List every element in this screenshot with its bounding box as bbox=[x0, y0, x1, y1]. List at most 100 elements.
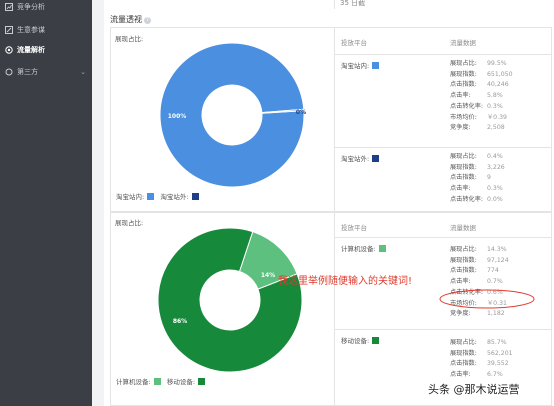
metric-value: 14.3% bbox=[487, 246, 507, 253]
sidebar: 竞争分析 生意参谋 流量解析 第三方 ⌄ bbox=[0, 0, 92, 406]
help-icon[interactable]: ? bbox=[144, 17, 151, 24]
metric-label: 展现占比: bbox=[450, 60, 477, 67]
metric-row: 展现占比: 99.5% bbox=[450, 59, 513, 70]
sidebar-item-business-advisor[interactable]: 生意参谋 bbox=[0, 20, 92, 40]
sidebar-item-third-party[interactable]: 第三方 ⌄ bbox=[0, 62, 92, 82]
upper-row-1-metrics: 展现占比: 99.5% 展现指数: 651,050 点击指数: 40,246 点击率:… bbox=[450, 59, 513, 134]
metric-row: 展现占比: 85.7% bbox=[450, 338, 513, 349]
metric-value: ￥0.39 bbox=[487, 113, 507, 121]
lower-header-data: 流量数据 bbox=[450, 224, 476, 232]
metric-row: 展现指数: 562,201 bbox=[450, 349, 513, 360]
pie-label-0: 100% bbox=[168, 113, 187, 120]
platform-swatch bbox=[372, 337, 380, 344]
divider bbox=[335, 54, 552, 55]
metric-value: 97,124 bbox=[487, 256, 509, 264]
metric-value: 651,050 bbox=[487, 70, 513, 78]
metric-value: 9 bbox=[487, 174, 491, 182]
metric-value: 40,246 bbox=[487, 81, 509, 89]
legend-item-label: 计算机设备: bbox=[116, 378, 151, 386]
metric-label: 点击转化率: bbox=[450, 195, 484, 203]
pie-label-1: 0% bbox=[296, 109, 306, 116]
upper-header-platform: 投放平台 bbox=[341, 39, 367, 47]
metric-value: 0.0% bbox=[487, 195, 503, 203]
pie-label-0: 14% bbox=[261, 272, 275, 279]
divider bbox=[334, 212, 335, 406]
metric-label: 展现指数: bbox=[450, 349, 477, 357]
legend-item-label: 淘宝站内: bbox=[116, 193, 145, 201]
lower-display-share-label: 展现占比: bbox=[115, 219, 144, 227]
platform-label: 移动设备: bbox=[341, 335, 380, 345]
metric-row: 竞争度: 2,508 bbox=[450, 123, 513, 134]
metric-value: 0.3% bbox=[487, 102, 503, 110]
legend-item-label: 移动设备: bbox=[166, 378, 196, 386]
metric-value: 2,508 bbox=[487, 124, 505, 132]
content-gutter bbox=[92, 0, 104, 406]
legend-swatch bbox=[198, 378, 206, 385]
sidebar-item-label: 生意参谋 bbox=[17, 26, 45, 34]
chart-icon bbox=[5, 3, 13, 11]
metric-value: 0.3% bbox=[487, 185, 503, 193]
divider bbox=[335, 147, 552, 148]
metric-row: 市场均价: ￥0.39 bbox=[450, 113, 513, 124]
metric-value: 0.4% bbox=[487, 153, 503, 160]
metric-row: 点击率: 0.3% bbox=[450, 184, 505, 195]
sidebar-item-traffic-analysis[interactable]: 流量解析 bbox=[0, 40, 92, 60]
metric-value: 99.5% bbox=[487, 60, 507, 67]
upper-donut-chart: 100% 0% bbox=[159, 42, 306, 188]
metric-row: 点击率: 6.7% bbox=[450, 370, 513, 381]
lower-legend: 计算机设备: 移动设备: bbox=[116, 376, 206, 386]
lower-row-2-metrics: 展现占比: 85.7% 展现指数: 562,201 点击指数: 39,552 点击率:… bbox=[450, 338, 513, 381]
lower-header-platform: 投放平台 bbox=[341, 224, 367, 232]
platform-name: 淘宝站外: bbox=[341, 155, 370, 163]
divider bbox=[334, 0, 335, 9]
circle-icon bbox=[5, 68, 13, 76]
metric-label: 展现占比: bbox=[450, 153, 477, 160]
metric-label: 点击率: bbox=[450, 185, 471, 193]
watermark: 头条 @那木说运营 bbox=[428, 383, 520, 396]
metric-value: 774 bbox=[487, 267, 499, 275]
metric-label: 市场均价: bbox=[450, 113, 477, 121]
metric-label: 点击指数: bbox=[450, 174, 477, 182]
legend-swatch bbox=[191, 193, 199, 200]
metric-row: 展现指数: 3,226 bbox=[450, 163, 505, 174]
metric-row: 点击转化率: 0.3% bbox=[450, 102, 513, 113]
chevron-down-icon[interactable]: ⌄ bbox=[80, 62, 86, 82]
sidebar-item-competition[interactable]: 竞争分析 bbox=[0, 0, 92, 17]
metric-row: 点击率: 0.7% bbox=[450, 277, 509, 288]
metric-value: 1,182 bbox=[487, 310, 505, 318]
metric-row: 点击指数: 39,552 bbox=[450, 359, 513, 370]
metric-row: 点击率: 5.8% bbox=[450, 91, 513, 102]
upper-legend: 淘宝站内: 淘宝站外: bbox=[116, 191, 199, 201]
metric-row: 展现占比: 0.4% bbox=[450, 152, 505, 163]
metric-value: 85.7% bbox=[487, 339, 507, 346]
platform-name: 淘宝站内: bbox=[341, 62, 370, 70]
sidebar-item-label: 竞争分析 bbox=[17, 3, 45, 11]
upper-row-2-metrics: 展现占比: 0.4% 展现指数: 3,226 点击指数: 9 点击率: 0.3% 点击转… bbox=[450, 152, 505, 206]
lower-donut-chart: 14% 86% bbox=[157, 227, 303, 373]
legend-item-label: 淘宝站外: bbox=[160, 193, 189, 201]
metric-value: 39,552 bbox=[487, 360, 509, 368]
metric-row: 点击指数: 9 bbox=[450, 173, 505, 184]
sidebar-item-label: 流量解析 bbox=[17, 46, 45, 54]
section-title-text: 流量透视 bbox=[110, 15, 142, 24]
metric-row: 点击转化率: 0.0% bbox=[450, 195, 505, 206]
platform-swatch bbox=[372, 155, 380, 162]
metric-label: 点击转化率: bbox=[450, 102, 484, 110]
metric-row: 展现指数: 651,050 bbox=[450, 70, 513, 81]
section-title: 流量透视? bbox=[110, 14, 151, 25]
metric-label: 点击率: bbox=[450, 371, 471, 379]
annotation-text: 我这里举例随便输入的关键词! bbox=[278, 276, 413, 287]
sidebar-item-label: 第三方 bbox=[17, 68, 38, 76]
platform-label: 淘宝站外: bbox=[341, 153, 380, 163]
legend-swatch bbox=[153, 378, 161, 385]
upper-display-share-label: 展现占比: bbox=[115, 35, 144, 43]
platform-label: 计算机设备: bbox=[341, 243, 386, 253]
gear-icon bbox=[5, 46, 13, 54]
metric-row: 展现占比: 14.3% bbox=[450, 245, 509, 256]
metric-label: 展现指数: bbox=[450, 256, 477, 264]
platform-name: 计算机设备: bbox=[341, 245, 376, 253]
divider bbox=[335, 237, 552, 238]
metric-label: 展现指数: bbox=[450, 163, 477, 171]
divider bbox=[335, 329, 552, 330]
metric-value: 5.8% bbox=[487, 92, 503, 100]
